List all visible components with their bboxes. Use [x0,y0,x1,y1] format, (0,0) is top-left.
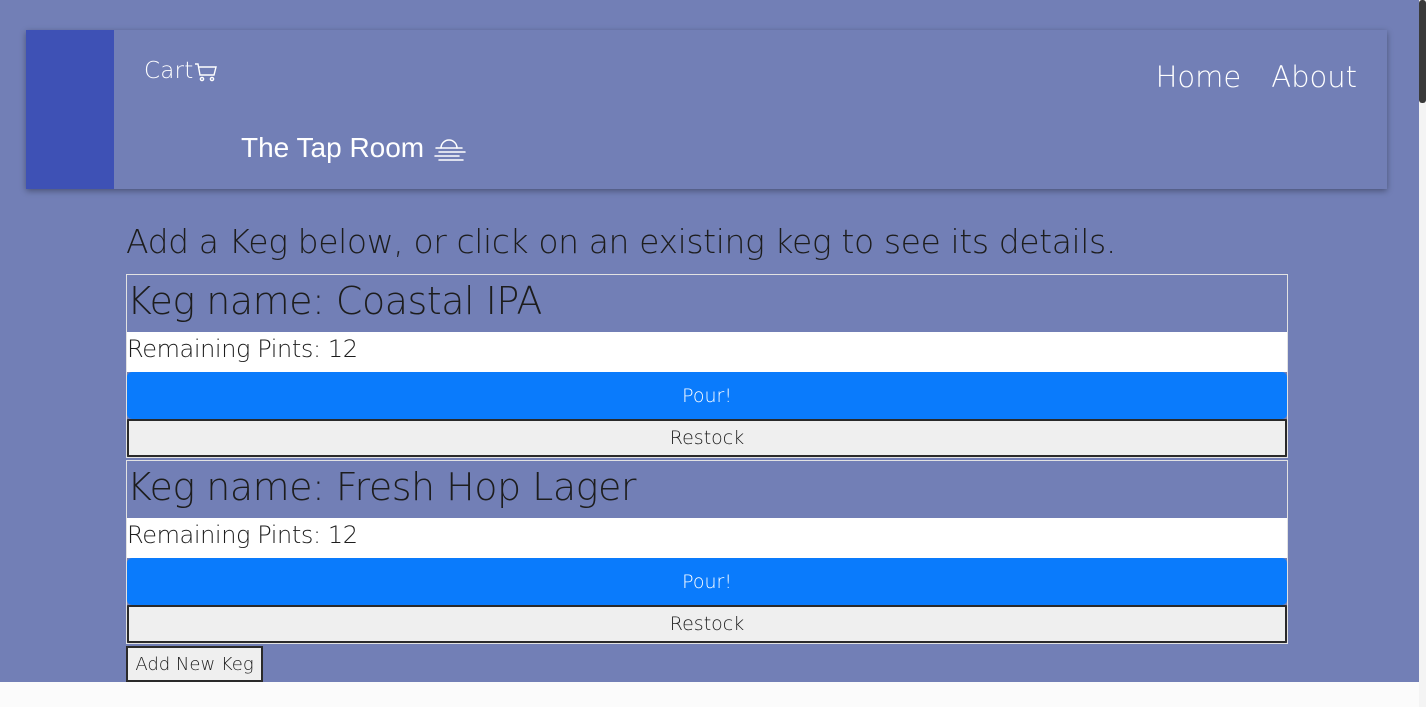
pour-button[interactable]: Pour! [127,372,1287,419]
keg-card[interactable]: Keg name: Coastal IPA Remaining Pints: 1… [126,274,1288,458]
brand[interactable]: The Tap Room [241,132,466,164]
restock-button[interactable]: Restock [127,419,1287,457]
keg-name[interactable]: Keg name: Fresh Hop Lager [127,461,1287,518]
intro-text: Add a Keg below, or click on an existing… [126,222,1116,261]
keg-remaining-pints: Remaining Pints: 12 [127,332,1287,372]
cart-link[interactable]: Cart [144,58,218,84]
navbar-accent-block [26,30,114,189]
keg-list: Keg name: Coastal IPA Remaining Pints: 1… [126,274,1288,646]
nav-about-link[interactable]: About [1271,60,1357,94]
add-new-keg-button[interactable]: Add New Keg [126,646,263,682]
brand-title: The Tap Room [241,132,425,163]
pour-button[interactable]: Pour! [127,558,1287,605]
cart-label: Cart [144,58,194,84]
keg-remaining-pints: Remaining Pints: 12 [127,518,1287,558]
page-background: Cart Home About The Tap Room Add a Keg b… [0,0,1420,682]
vertical-scrollbar[interactable] [1419,0,1426,707]
keg-name[interactable]: Keg name: Coastal IPA [127,275,1287,332]
keg-card[interactable]: Keg name: Fresh Hop Lager Remaining Pint… [126,460,1288,644]
scrollbar-thumb[interactable] [1419,0,1426,103]
restock-button[interactable]: Restock [127,605,1287,643]
navbar: Cart Home About The Tap Room [26,30,1387,189]
nav-home-link[interactable]: Home [1156,60,1242,94]
shopping-cart-icon [195,63,218,82]
haze-icon [434,139,466,161]
nav-links: Home About [1156,60,1357,94]
